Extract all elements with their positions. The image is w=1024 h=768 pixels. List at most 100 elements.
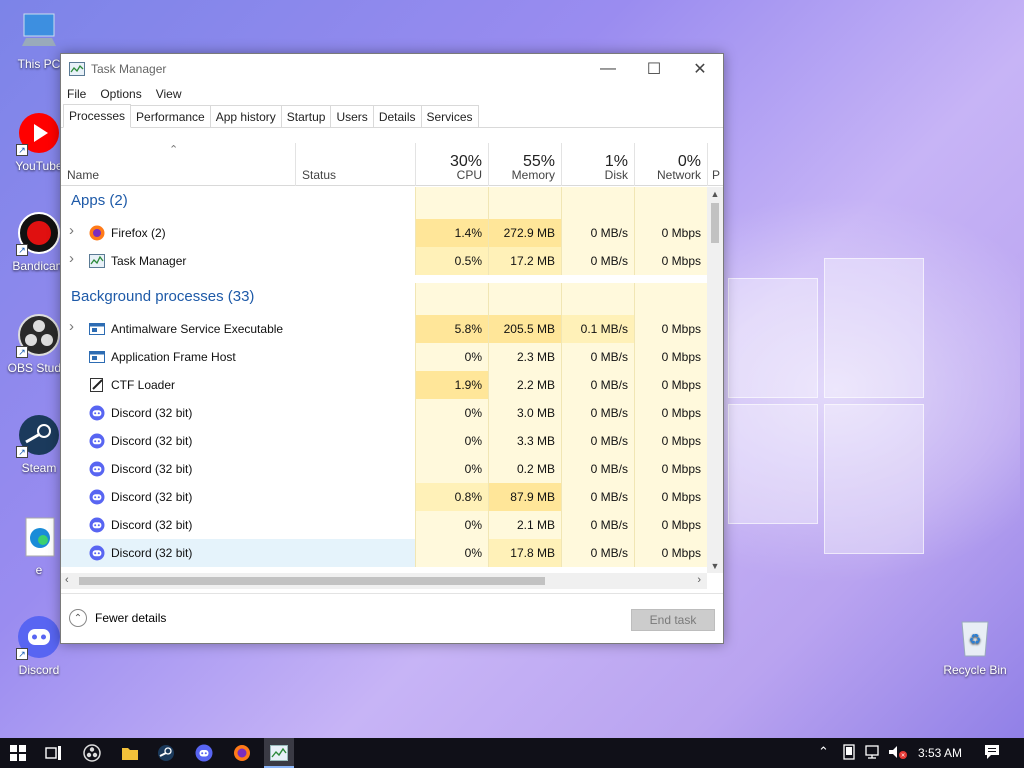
process-network-value: 0 Mbps bbox=[661, 434, 701, 448]
column-header-disk[interactable]: 1% Disk bbox=[561, 143, 634, 186]
column-header-power[interactable]: P bbox=[707, 143, 723, 186]
process-cpu-value: 0.5% bbox=[454, 254, 482, 268]
taskbar-obs-button[interactable] bbox=[82, 743, 102, 763]
youtube-icon: ↗ bbox=[16, 110, 62, 156]
tab-startup[interactable]: Startup bbox=[280, 105, 332, 127]
tab-users[interactable]: Users bbox=[330, 105, 374, 127]
tab-processes[interactable]: Processes bbox=[63, 104, 132, 128]
table-row[interactable]: Discord (32 bit) 0% 3.3 MB 0 MB/s 0 Mbps bbox=[61, 427, 707, 455]
taskbar-file-explorer-button[interactable] bbox=[120, 743, 140, 763]
column-header-network[interactable]: 0% Network bbox=[634, 143, 707, 186]
tablet-icon[interactable] bbox=[842, 744, 856, 763]
column-header-name[interactable]: ⌃ Name bbox=[61, 143, 295, 186]
taskbar-clock[interactable]: 3:53 AM bbox=[918, 746, 962, 760]
discord-icon bbox=[89, 405, 105, 421]
task-view-button[interactable] bbox=[44, 743, 64, 763]
svg-text:×: × bbox=[901, 753, 905, 760]
scroll-down-icon[interactable]: ▼ bbox=[707, 561, 723, 571]
column-header-cpu[interactable]: 30% CPU bbox=[415, 143, 488, 186]
process-name: Discord (32 bit) bbox=[111, 490, 193, 504]
process-cpu-value: 0% bbox=[464, 406, 482, 420]
show-hidden-icons-button[interactable]: ⌃ bbox=[818, 744, 829, 760]
horizontal-scrollbar[interactable]: ‹ › bbox=[61, 573, 707, 589]
process-memory-value: 2.1 MB bbox=[516, 518, 555, 532]
cell-background bbox=[488, 187, 561, 219]
menu-bar: File Options View bbox=[61, 84, 723, 104]
bandicam-icon: ↗ bbox=[16, 210, 62, 256]
table-row[interactable]: CTF Loader 1.9% 2.2 MB 0 MB/s 0 Mbps bbox=[61, 371, 707, 399]
minimize-button[interactable]: — bbox=[585, 54, 631, 84]
process-disk-value: 0 MB/s bbox=[590, 546, 628, 560]
action-center-icon[interactable] bbox=[984, 744, 1000, 763]
tab-details[interactable]: Details bbox=[372, 105, 422, 127]
column-header-memory[interactable]: 55% Memory bbox=[488, 143, 561, 186]
process-disk-value: 0 MB/s bbox=[590, 434, 628, 448]
taskbar-steam-button[interactable] bbox=[156, 743, 176, 763]
taskbar-discord-button[interactable] bbox=[194, 743, 214, 763]
menu-view[interactable]: View bbox=[156, 87, 182, 101]
cell-background bbox=[634, 283, 707, 315]
title-bar[interactable]: Task Manager — ☐ ✕ bbox=[61, 54, 723, 84]
start-button[interactable] bbox=[8, 743, 28, 763]
tab-app-history[interactable]: App history bbox=[209, 105, 282, 127]
process-cpu-value: 0% bbox=[464, 350, 482, 364]
taskbar: ⌃ × 3:53 AM bbox=[0, 738, 1024, 768]
desktop-icon-label: Recycle Bin bbox=[943, 663, 1007, 677]
group-header[interactable]: Background processes (33) bbox=[61, 283, 707, 315]
table-row[interactable]: Discord (32 bit) 0% 2.1 MB 0 MB/s 0 Mbps bbox=[61, 511, 707, 539]
cell-background bbox=[561, 187, 634, 219]
firefox-icon bbox=[234, 745, 250, 761]
table-row[interactable]: Discord (32 bit) 0% 17.8 MB 0 MB/s 0 Mbps bbox=[61, 539, 707, 567]
windows-logo-wallpaper bbox=[728, 258, 924, 558]
taskbar-task-manager-button[interactable] bbox=[269, 743, 289, 763]
column-header-status[interactable]: Status bbox=[295, 143, 415, 186]
process-name: Discord (32 bit) bbox=[111, 546, 193, 560]
fewer-details-button[interactable]: ⌃ Fewer details bbox=[69, 609, 166, 627]
process-name: Firefox (2) bbox=[111, 226, 166, 240]
ctf-loader-icon bbox=[89, 377, 105, 393]
task-manager-icon bbox=[89, 253, 105, 269]
svg-text:♻: ♻ bbox=[969, 631, 982, 647]
chevron-up-icon: ⌃ bbox=[69, 609, 87, 627]
table-row[interactable]: Discord (32 bit) 0.8% 87.9 MB 0 MB/s 0 Mbps bbox=[61, 483, 707, 511]
expand-chevron-icon[interactable]: › bbox=[69, 222, 74, 239]
end-task-button[interactable]: End task bbox=[631, 609, 715, 631]
group-header[interactable]: Apps (2) bbox=[61, 187, 707, 219]
table-row[interactable]: › Task Manager 0.5% 17.2 MB 0 MB/s 0 Mbps bbox=[61, 247, 707, 275]
tab-services[interactable]: Services bbox=[420, 105, 479, 127]
menu-options[interactable]: Options bbox=[100, 87, 141, 101]
discord-icon bbox=[89, 545, 105, 561]
process-name: Discord (32 bit) bbox=[111, 462, 193, 476]
volume-muted-icon[interactable]: × bbox=[888, 744, 908, 763]
scroll-up-icon[interactable]: ▲ bbox=[707, 189, 723, 199]
tab-performance[interactable]: Performance bbox=[130, 105, 211, 127]
process-cpu-value: 0.8% bbox=[454, 490, 482, 504]
process-memory-value: 17.2 MB bbox=[510, 254, 555, 268]
network-icon[interactable] bbox=[864, 744, 882, 763]
vertical-scroll-thumb[interactable] bbox=[711, 203, 719, 243]
process-memory-value: 17.8 MB bbox=[510, 546, 555, 560]
table-row[interactable]: › Antimalware Service Executable 5.8% 205.5… bbox=[61, 315, 707, 343]
process-memory-value: 272.9 MB bbox=[503, 226, 555, 240]
menu-file[interactable]: File bbox=[67, 87, 86, 101]
expand-chevron-icon[interactable]: › bbox=[69, 318, 74, 335]
window-title: Task Manager bbox=[91, 62, 167, 76]
close-button[interactable]: ✕ bbox=[677, 54, 723, 84]
table-row[interactable]: Application Frame Host 0% 2.3 MB 0 MB/s 0 Mb… bbox=[61, 343, 707, 371]
discord-icon bbox=[195, 744, 213, 762]
expand-chevron-icon[interactable]: › bbox=[69, 250, 74, 267]
maximize-button[interactable]: ☐ bbox=[631, 54, 677, 84]
scroll-right-icon[interactable]: › bbox=[697, 574, 701, 586]
process-cpu-value: 1.9% bbox=[454, 378, 482, 392]
process-name: Discord (32 bit) bbox=[111, 518, 193, 532]
process-disk-value: 0 MB/s bbox=[590, 350, 628, 364]
horizontal-scroll-thumb[interactable] bbox=[79, 577, 545, 585]
desktop-icon-recycle-bin[interactable]: ♻ Recycle Bin bbox=[940, 614, 1010, 677]
taskbar-firefox-button[interactable] bbox=[232, 743, 252, 763]
table-row[interactable]: Discord (32 bit) 0% 3.0 MB 0 MB/s 0 Mbps bbox=[61, 399, 707, 427]
scroll-left-icon[interactable]: ‹ bbox=[65, 574, 69, 586]
table-row[interactable]: › Firefox (2) 1.4% 272.9 MB 0 MB/s 0 Mbps bbox=[61, 219, 707, 247]
vertical-scrollbar[interactable]: ▲ ▼ bbox=[707, 187, 723, 573]
firefox-icon bbox=[89, 225, 105, 241]
table-row[interactable]: Discord (32 bit) 0% 0.2 MB 0 MB/s 0 Mbps bbox=[61, 455, 707, 483]
